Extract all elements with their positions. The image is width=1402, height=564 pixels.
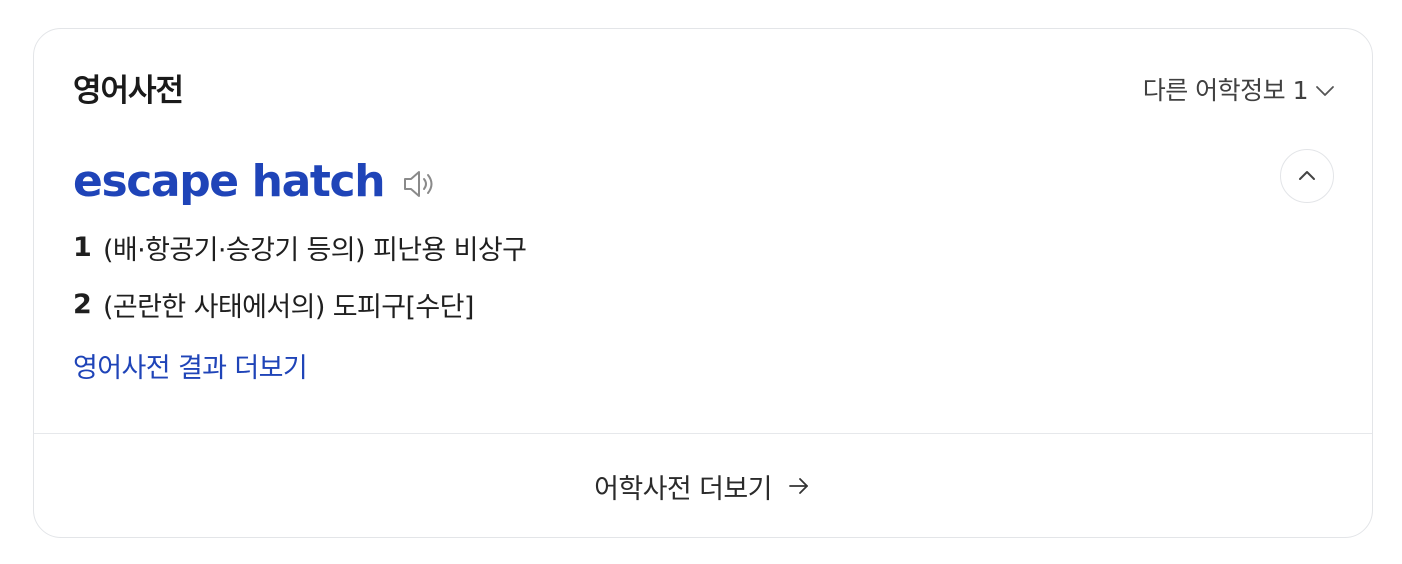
- dictionary-card: 영어사전 다른 어학정보 1 escape hatch 1 (배·항공기·승강기…: [33, 28, 1373, 538]
- collapse-button[interactable]: [1280, 149, 1334, 203]
- meaning-text: (배·항공기·승강기 등의) 피난용 비상구: [103, 234, 527, 266]
- meaning-item: 2 (곤란한 사태에서의) 도피구[수단]: [73, 284, 526, 324]
- headword-link[interactable]: escape hatch: [73, 153, 386, 211]
- meaning-list: 1 (배·항공기·승강기 등의) 피난용 비상구 2 (곤란한 사태에서의) 도…: [73, 227, 527, 341]
- meaning-item: 1 (배·항공기·승강기 등의) 피난용 비상구: [73, 227, 527, 267]
- chevron-up-icon: [1299, 171, 1315, 180]
- entry-header: escape hatch: [73, 153, 440, 211]
- more-dictionary-label: 어학사전 더보기: [594, 473, 772, 505]
- arrow-right-icon: [788, 478, 808, 494]
- other-info-dropdown[interactable]: 다른 어학정보 1: [1143, 73, 1336, 109]
- meaning-number: 2: [73, 288, 92, 320]
- speaker-icon[interactable]: [400, 164, 440, 204]
- meaning-number: 1: [73, 231, 92, 263]
- meaning-text: (곤란한 사태에서의) 도피구[수단]: [103, 291, 474, 323]
- chevron-down-icon: [1316, 86, 1334, 96]
- more-results-link[interactable]: 영어사전 결과 더보기: [73, 349, 308, 389]
- other-info-label: 다른 어학정보 1: [1142, 76, 1309, 105]
- more-dictionary-button[interactable]: 어학사전 더보기: [34, 434, 1372, 537]
- card-title: 영어사전: [73, 73, 184, 109]
